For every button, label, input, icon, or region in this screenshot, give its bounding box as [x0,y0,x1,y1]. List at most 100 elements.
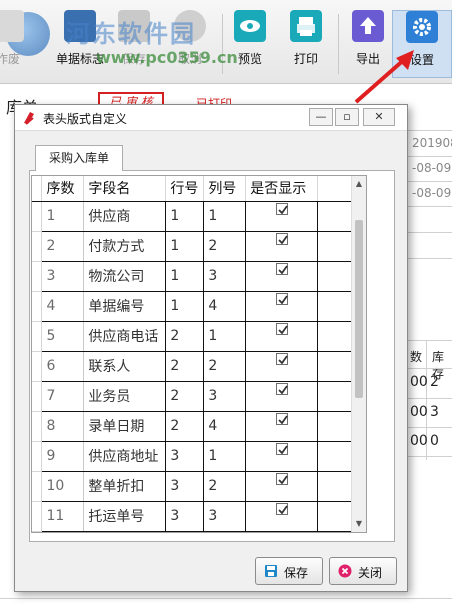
close-button[interactable]: 关闭 [329,557,397,585]
row-number-cell[interactable]: 2 [165,351,205,382]
table-row[interactable]: 5 供应商电话 2 1 [32,321,366,352]
visible-cell[interactable] [245,321,319,352]
minimize-button[interactable]: — [309,108,333,126]
table-row[interactable]: 6 联系人 2 2 [32,351,366,382]
col-number-cell[interactable]: 4 [203,411,247,442]
maximize-button[interactable]: ▫ [335,108,359,126]
visible-checkbox[interactable] [275,203,288,215]
row-number-cell[interactable]: 1 [165,291,205,322]
row-indicator[interactable] [32,321,43,352]
col-number-cell[interactable]: 3 [203,501,247,532]
table-row[interactable]: 2 付款方式 1 2 [32,231,366,262]
preview-button[interactable]: 预览 [220,10,280,78]
visible-cell[interactable] [245,471,319,502]
field-name-cell[interactable]: 托运单号 [83,501,167,532]
row-indicator[interactable] [32,231,43,262]
visible-checkbox[interactable] [275,383,288,395]
print-button[interactable]: 打印 [276,10,336,78]
visible-cell[interactable] [245,501,319,532]
visible-cell[interactable] [245,291,319,322]
visible-checkbox[interactable] [275,443,288,455]
row-number-cell[interactable]: 2 [165,411,205,442]
field-name-cell[interactable]: 供应商地址 [83,441,167,472]
column-header-seq[interactable]: 序数 [41,176,85,202]
visible-checkbox[interactable] [275,233,288,245]
visible-checkbox[interactable] [275,323,288,335]
field-name-cell[interactable]: 物流公司 [83,261,167,292]
col-number-cell[interactable]: 1 [203,201,247,232]
visible-checkbox[interactable] [275,503,288,515]
col-number-cell[interactable]: 2 [203,351,247,382]
row-indicator[interactable] [32,381,43,412]
bg-cell: 0 [430,433,439,449]
table-row[interactable]: 10 整单折扣 3 2 [32,471,366,502]
visible-checkbox[interactable] [275,263,288,275]
row-number-cell[interactable]: 2 [165,381,205,412]
col-number-cell[interactable]: 3 [203,261,247,292]
visible-cell[interactable] [245,201,319,232]
dialog-titlebar[interactable]: 表头版式自定义 — ▫ ✕ [15,105,407,131]
field-name-cell[interactable]: 付款方式 [83,231,167,262]
column-header-row[interactable]: 行号 [165,176,205,202]
field-name-cell[interactable]: 供应商 [83,201,167,232]
field-name-cell[interactable]: 整单折扣 [83,471,167,502]
table-row[interactable]: 9 供应商地址 3 1 [32,441,366,472]
row-indicator[interactable] [32,501,43,532]
col-number-cell[interactable]: 1 [203,441,247,472]
col-number-cell[interactable]: 4 [203,291,247,322]
tab-purchase-inbound[interactable]: 采购入库单 [35,145,123,171]
row-indicator[interactable] [32,441,43,472]
table-row[interactable]: 7 业务员 2 3 [32,381,366,412]
visible-cell[interactable] [245,381,319,412]
scrollbar-thumb[interactable] [355,220,363,398]
visible-checkbox[interactable] [275,353,288,365]
void-button[interactable]: 作废 [0,10,38,78]
visible-checkbox[interactable] [275,293,288,305]
field-name-cell[interactable]: 单据编号 [83,291,167,322]
visible-checkbox[interactable] [275,473,288,485]
column-header-visible[interactable]: 是否显示 [245,176,319,202]
column-header-col[interactable]: 列号 [203,176,247,202]
visible-cell[interactable] [245,411,319,442]
field-name-cell[interactable]: 录单日期 [83,411,167,442]
visible-cell[interactable] [245,351,319,382]
visible-cell[interactable] [245,231,319,262]
row-indicator[interactable] [32,471,43,502]
scroll-up-arrow-icon[interactable]: ▲ [352,176,366,192]
close-window-button[interactable]: ✕ [363,108,395,126]
row-number-cell[interactable]: 3 [165,501,205,532]
row-number-cell[interactable]: 3 [165,471,205,502]
row-indicator[interactable] [32,291,43,322]
column-header-field[interactable]: 字段名 [83,176,167,202]
field-name-cell[interactable]: 业务员 [83,381,167,412]
vertical-scrollbar[interactable]: ▲ ▼ [351,176,366,532]
table-row[interactable]: 11 托运单号 3 3 [32,501,366,532]
row-number-cell[interactable]: 1 [165,261,205,292]
table-row[interactable]: 4 单据编号 1 4 [32,291,366,322]
row-number-cell[interactable]: 1 [165,231,205,262]
row-indicator[interactable] [32,351,43,382]
col-number-cell[interactable]: 1 [203,321,247,352]
save-button[interactable]: 保存 [255,557,323,585]
row-number-cell[interactable]: 1 [165,201,205,232]
checkmark-icon [278,355,288,365]
scroll-down-arrow-icon[interactable]: ▼ [352,516,366,532]
col-number-cell[interactable]: 2 [203,471,247,502]
row-indicator[interactable] [32,201,43,232]
field-name-cell[interactable]: 供应商电话 [83,321,167,352]
row-indicator[interactable] [32,261,43,292]
visible-cell[interactable] [245,261,319,292]
table-row[interactable]: 1 供应商 1 1 [32,201,366,232]
table-row[interactable]: 3 物流公司 1 3 [32,261,366,292]
col-number-cell[interactable]: 3 [203,381,247,412]
bg-grid-line [408,368,452,369]
gear-icon [406,11,438,43]
row-indicator[interactable] [32,411,43,442]
row-number-cell[interactable]: 2 [165,321,205,352]
col-number-cell[interactable]: 2 [203,231,247,262]
row-number-cell[interactable]: 3 [165,441,205,472]
table-row[interactable]: 8 录单日期 2 4 [32,411,366,442]
visible-checkbox[interactable] [275,413,288,425]
visible-cell[interactable] [245,441,319,472]
field-name-cell[interactable]: 联系人 [83,351,167,382]
